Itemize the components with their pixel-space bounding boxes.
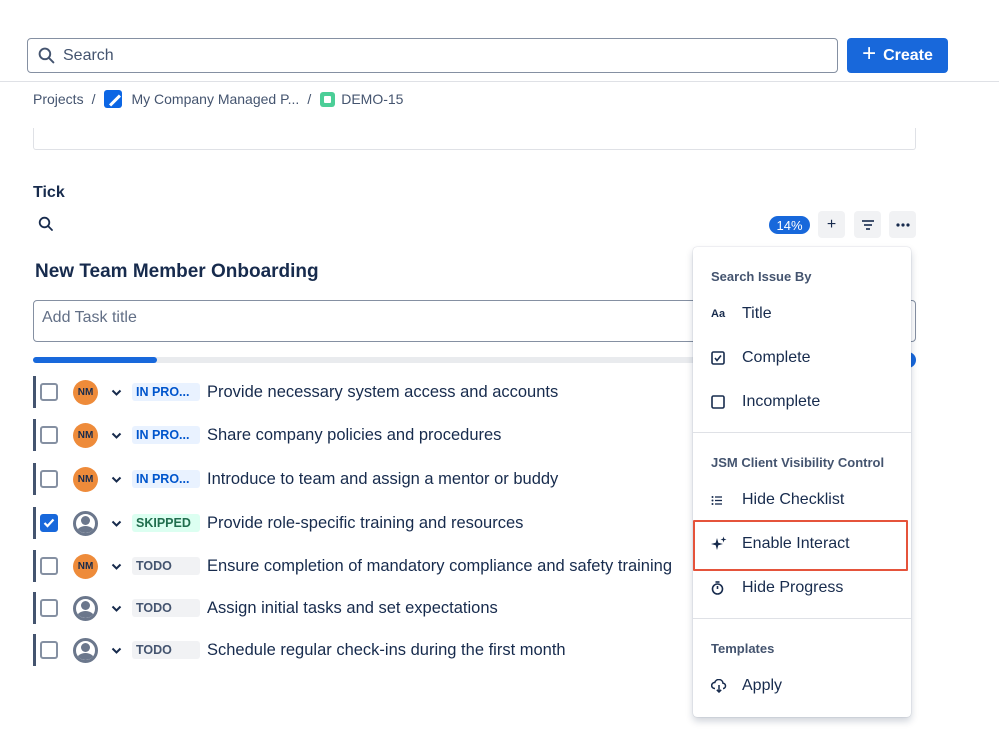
stopwatch-icon — [711, 581, 731, 595]
cloud-download-icon — [711, 679, 731, 693]
task-title[interactable]: Schedule regular check-ins during the fi… — [207, 641, 566, 660]
menu-item-label: Hide Progress — [742, 579, 843, 597]
menu-divider — [693, 432, 911, 433]
top-bar: Search + Create — [0, 0, 999, 82]
status-badge[interactable]: SKIPPED — [132, 514, 200, 532]
filter-icon — [861, 219, 875, 231]
text-icon: Aa — [711, 308, 731, 320]
menu-item-title[interactable]: Aa Title — [693, 292, 911, 336]
task-title[interactable]: Introduce to team and assign a mentor or… — [207, 470, 558, 489]
status-badge[interactable]: IN PRO... — [132, 470, 200, 488]
menu-item-label: Apply — [742, 677, 782, 695]
assignee-avatar[interactable]: NM — [73, 380, 98, 405]
menu-divider — [693, 618, 911, 619]
breadcrumb-projects[interactable]: Projects — [33, 91, 84, 107]
search-icon[interactable] — [38, 216, 54, 232]
chevron-down-icon[interactable] — [110, 386, 122, 398]
menu-item-label: Title — [742, 305, 772, 323]
task-checkbox[interactable] — [40, 514, 58, 532]
task-checkbox[interactable] — [40, 641, 58, 659]
breadcrumb-project[interactable]: My Company Managed P... — [131, 91, 299, 107]
checkmark-icon — [43, 518, 55, 528]
task-title[interactable]: Assign initial tasks and set expectation… — [207, 599, 498, 618]
more-icon — [896, 223, 910, 227]
menu-item-incomplete[interactable]: Incomplete — [693, 380, 911, 424]
status-badge[interactable]: IN PRO... — [132, 426, 200, 444]
chevron-down-icon[interactable] — [110, 560, 122, 572]
task-row[interactable]: NM TODO Ensure completion of mandatory com… — [33, 550, 733, 582]
section-title: Tick — [33, 184, 65, 202]
plus-icon: + — [862, 42, 876, 66]
task-row[interactable]: SKIPPED Provide role-specific training an… — [33, 507, 733, 539]
unassigned-avatar-icon[interactable] — [73, 596, 98, 621]
progress-fill — [33, 357, 157, 363]
task-checkbox[interactable] — [40, 470, 58, 488]
menu-item-hide-checklist[interactable]: Hide Checklist — [693, 478, 911, 522]
menu-item-complete[interactable]: Complete — [693, 336, 911, 380]
highlight-box — [693, 520, 908, 571]
chevron-down-icon[interactable] — [110, 473, 122, 485]
task-row[interactable]: TODO Schedule regular check-ins during th… — [33, 634, 733, 666]
task-row[interactable]: NM IN PRO... Provide necessary system acce… — [33, 376, 733, 408]
search-placeholder: Search — [63, 47, 114, 65]
status-badge[interactable]: TODO — [132, 557, 200, 575]
story-icon — [320, 92, 335, 107]
task-title[interactable]: Share company policies and procedures — [207, 426, 501, 445]
status-badge[interactable]: TODO — [132, 599, 200, 617]
list-icon — [711, 495, 731, 506]
menu-item-label: Incomplete — [742, 393, 820, 411]
create-label: Create — [883, 47, 933, 65]
search-icon — [38, 47, 55, 64]
plus-icon: + — [827, 216, 836, 234]
project-avatar-icon — [104, 90, 122, 108]
task-checkbox[interactable] — [40, 599, 58, 617]
task-title[interactable]: Provide necessary system access and acco… — [207, 383, 558, 402]
status-badge[interactable]: IN PRO... — [132, 383, 200, 401]
breadcrumb-separator: / — [307, 91, 311, 107]
breadcrumb: Projects / My Company Managed P... / DEM… — [33, 90, 403, 108]
progress-badge: 14% — [769, 216, 810, 234]
chevron-down-icon[interactable] — [110, 644, 122, 656]
checklist-title: New Team Member Onboarding — [35, 261, 319, 283]
task-checkbox[interactable] — [40, 383, 58, 401]
chevron-down-icon[interactable] — [110, 517, 122, 529]
unassigned-avatar-icon[interactable] — [73, 511, 98, 536]
breadcrumb-issue[interactable]: DEMO-15 — [341, 91, 403, 107]
create-button[interactable]: + Create — [847, 38, 948, 73]
task-checkbox[interactable] — [40, 557, 58, 575]
menu-item-apply[interactable]: Apply — [693, 664, 911, 708]
chevron-down-icon[interactable] — [110, 602, 122, 614]
assignee-avatar[interactable]: NM — [73, 554, 98, 579]
breadcrumb-separator: / — [92, 91, 96, 107]
task-row[interactable]: NM IN PRO... Share company policies and pr… — [33, 419, 733, 451]
add-button[interactable]: + — [818, 211, 845, 238]
task-row[interactable]: NM IN PRO... Introduce to team and assign … — [33, 463, 733, 495]
assignee-avatar[interactable]: NM — [73, 423, 98, 448]
more-options-menu: Search Issue By Aa Title Complete Incomp… — [693, 247, 911, 717]
checkbox-checked-icon — [711, 351, 731, 365]
more-button[interactable] — [889, 211, 916, 238]
filter-button[interactable] — [854, 211, 881, 238]
menu-heading-search: Search Issue By — [711, 269, 811, 284]
task-title[interactable]: Ensure completion of mandatory complianc… — [207, 557, 672, 576]
previous-field-box — [33, 128, 916, 150]
menu-item-hide-progress[interactable]: Hide Progress — [693, 566, 911, 610]
task-row[interactable]: TODO Assign initial tasks and set expecta… — [33, 592, 733, 624]
status-badge[interactable]: TODO — [132, 641, 200, 659]
chevron-down-icon[interactable] — [110, 429, 122, 441]
checkbox-empty-icon — [711, 395, 731, 409]
menu-item-label: Hide Checklist — [742, 491, 844, 509]
menu-item-label: Complete — [742, 349, 810, 367]
search-input[interactable]: Search — [27, 38, 838, 73]
menu-heading-visibility: JSM Client Visibility Control — [711, 455, 884, 470]
unassigned-avatar-icon[interactable] — [73, 638, 98, 663]
task-title[interactable]: Provide role-specific training and resou… — [207, 514, 523, 533]
assignee-avatar[interactable]: NM — [73, 467, 98, 492]
menu-heading-templates: Templates — [711, 641, 774, 656]
task-checkbox[interactable] — [40, 426, 58, 444]
